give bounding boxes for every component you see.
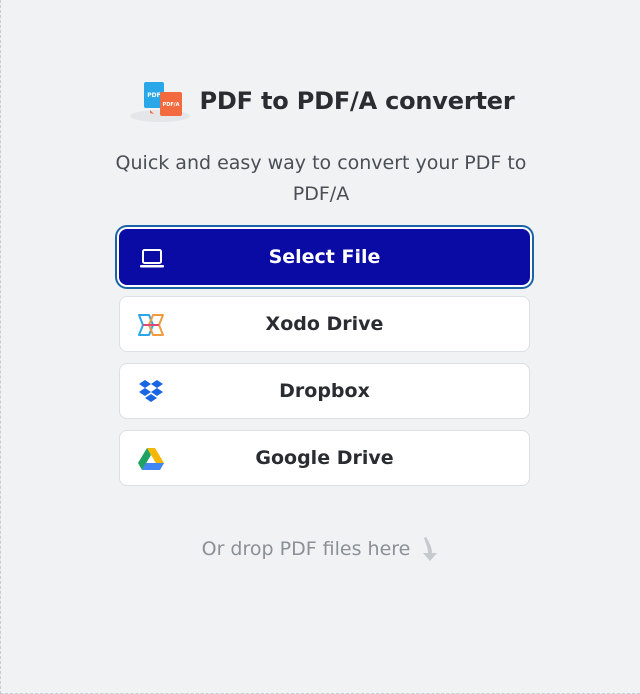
- google-drive-label: Google Drive: [255, 447, 394, 469]
- dropbox-button[interactable]: Dropbox: [119, 363, 530, 419]
- dropbox-logo-icon: [136, 378, 166, 406]
- select-file-button[interactable]: Select File: [119, 229, 530, 285]
- google-drive-button[interactable]: Google Drive: [119, 430, 530, 486]
- xodo-drive-label: Xodo Drive: [265, 313, 384, 335]
- logo-badge-pdfa: PDF/A: [162, 102, 179, 108]
- dropbox-label: Dropbox: [279, 380, 370, 402]
- file-drop-zone[interactable]: PDF PDF/A PDF to PDF/A converter Quick a…: [0, 0, 640, 694]
- google-drive-logo-icon: [136, 445, 166, 473]
- drop-hint-text: Or drop PDF files here: [201, 538, 411, 560]
- logo-badge-pdf: PDF: [147, 92, 160, 99]
- page-subtitle: Quick and easy way to convert your PDF t…: [115, 152, 527, 205]
- select-file-label: Select File: [268, 246, 381, 268]
- laptop-icon: [137, 245, 167, 273]
- page-header: PDF PDF/A PDF to PDF/A converter: [1, 80, 640, 122]
- arrow-down-icon: [418, 536, 440, 562]
- xodo-logo-icon: [136, 311, 166, 339]
- page-title: PDF to PDF/A converter: [199, 87, 515, 115]
- xodo-drive-button[interactable]: Xodo Drive: [119, 296, 530, 352]
- drop-hint: Or drop PDF files here: [1, 536, 640, 562]
- pdf-to-pdfa-logo-icon: PDF PDF/A: [128, 80, 192, 122]
